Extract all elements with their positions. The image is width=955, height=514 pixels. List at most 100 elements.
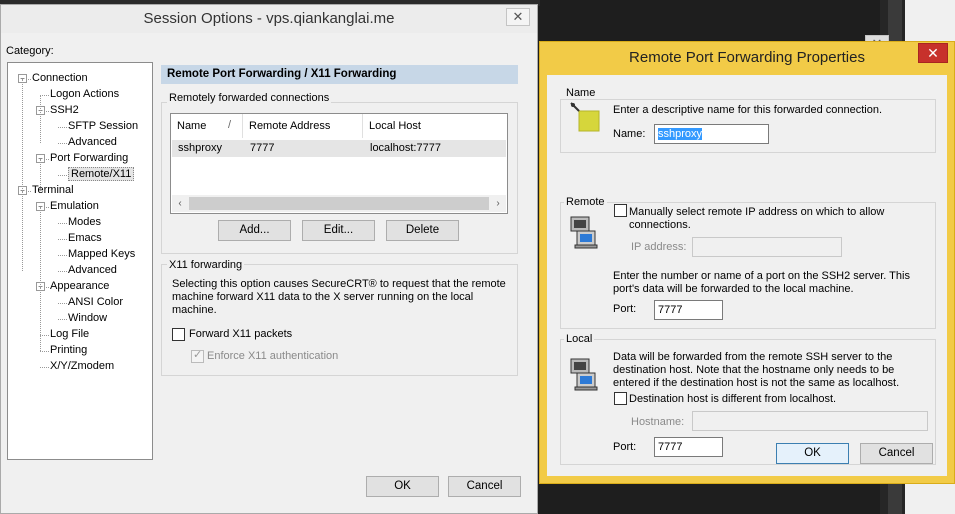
remote-group-title: Remote <box>564 196 607 208</box>
cancel-button[interactable]: Cancel <box>448 476 521 497</box>
local-port-field[interactable]: 7777 <box>654 437 723 457</box>
computer-icon <box>570 358 598 391</box>
tree-item[interactable]: Advanced <box>68 263 117 278</box>
tree-item-label: Terminal <box>32 184 74 196</box>
tree-item-label: Printing <box>50 344 88 356</box>
tree-connector <box>58 303 67 304</box>
tree-connector <box>58 223 67 224</box>
manual-ip-checkbox[interactable] <box>614 204 627 217</box>
connections-list[interactable]: Name / Remote Address Local Host sshprox… <box>170 113 508 214</box>
tree-item[interactable]: SSH2 <box>50 103 79 118</box>
tree-item[interactable]: Logon Actions <box>50 87 119 102</box>
tree-item-label: Log File <box>50 328 90 340</box>
sort-divider-icon: / <box>228 119 232 131</box>
tree-connector <box>40 335 49 336</box>
tree-item-label: Appearance <box>50 280 110 292</box>
port-description: Enter the number or name of a port on th… <box>613 270 910 295</box>
remote-port-label: Port: <box>613 303 637 315</box>
tree-guide <box>22 191 23 271</box>
tree-item[interactable]: Modes <box>68 215 101 230</box>
close-icon[interactable]: ✕ <box>506 8 530 26</box>
local-group-title: Local <box>564 333 595 345</box>
tree-item[interactable]: X/Y/Zmodem <box>50 359 114 374</box>
tree-item-label: Advanced <box>68 264 117 276</box>
column-header-remote[interactable]: Remote Address <box>243 114 363 138</box>
tree-item-label: Mapped Keys <box>68 248 136 260</box>
tree-connector <box>58 175 67 176</box>
tree-guide <box>40 287 41 319</box>
column-header-local[interactable]: Local Host <box>363 114 507 138</box>
tree-item-label: X/Y/Zmodem <box>50 360 115 372</box>
connections-group-title: Remotely forwarded connections <box>167 92 332 104</box>
tree-item-label: Emacs <box>68 232 102 244</box>
cell-name: sshproxy <box>178 142 223 154</box>
tree-item-label: Emulation <box>50 200 99 212</box>
category-tree[interactable]: Connection − Logon Actions SSH2− SFTP Sessio… <box>7 62 153 460</box>
tree-connector <box>58 319 67 320</box>
cell-remote: 7777 <box>250 142 275 154</box>
tree-item-label: Advanced <box>68 136 117 148</box>
name-description: Enter a descriptive name for this forwar… <box>613 104 883 116</box>
tree-item[interactable]: ANSI Color <box>68 295 123 310</box>
enforce-x11-checkbox[interactable]: ✓ <box>191 349 204 363</box>
table-row[interactable]: sshproxy 7777 localhost:7777 <box>172 140 506 157</box>
tree-item[interactable]: Window <box>68 311 107 326</box>
tree-item-label: SFTP Session <box>68 120 139 132</box>
column-header-name[interactable]: Name <box>171 114 243 138</box>
tree-item[interactable]: Appearance <box>50 279 109 294</box>
close-icon[interactable]: ✕ <box>918 43 948 63</box>
tree-item-label: Modes <box>68 216 102 228</box>
hostname-field[interactable] <box>692 411 928 431</box>
tree-item-label: Window <box>68 312 108 324</box>
tree-item-label: Remote/X11 <box>68 167 135 181</box>
delete-button[interactable]: Delete <box>386 220 459 241</box>
destination-different-checkbox[interactable] <box>614 392 627 405</box>
remote-port-field[interactable]: 7777 <box>654 300 723 320</box>
dialog-title: Session Options - vps.qiankanglai.me <box>1 5 537 33</box>
manual-ip-label: Manually select remote IP address on whi… <box>629 206 885 231</box>
tree-item[interactable]: Connection <box>32 71 88 86</box>
horizontal-scrollbar[interactable]: ‹ › <box>172 195 506 212</box>
tree-item[interactable]: Log File <box>50 327 89 342</box>
tree-guide <box>40 207 41 351</box>
local-port-label: Port: <box>613 441 637 453</box>
cell-local: localhost:7777 <box>370 142 441 154</box>
local-description: Data will be forwarded from the remote S… <box>613 351 900 389</box>
tree-item[interactable]: Remote/X11 <box>68 167 135 182</box>
ip-address-field[interactable] <box>692 237 842 257</box>
edit-button[interactable]: Edit... <box>302 220 375 241</box>
tree-item[interactable]: Mapped Keys <box>68 247 135 262</box>
hostname-label: Hostname: <box>631 416 685 428</box>
dialog-title: Remote Port Forwarding Properties <box>629 49 865 66</box>
tree-item[interactable]: Emacs <box>68 231 102 246</box>
tree-item-label: Port Forwarding <box>50 152 129 164</box>
scroll-thumb[interactable] <box>189 197 489 210</box>
checkmark-icon: ✓ <box>193 349 203 361</box>
forward-x11-checkbox[interactable] <box>172 328 185 341</box>
name-label: Name: <box>613 128 646 140</box>
add-button[interactable]: Add... <box>218 220 291 241</box>
forward-x11-label: Forward X11 packets <box>189 328 293 340</box>
ok-button[interactable]: OK <box>776 443 849 464</box>
tree-item[interactable]: SFTP Session <box>68 119 138 134</box>
ok-button[interactable]: OK <box>366 476 439 497</box>
x11-group-title: X11 forwarding <box>167 259 245 271</box>
tree-item[interactable]: Port Forwarding <box>50 151 128 166</box>
name-field[interactable]: sshproxy <box>654 124 769 144</box>
name-group-title: Name <box>564 87 598 99</box>
tree-connector <box>58 271 67 272</box>
tree-item[interactable]: Printing <box>50 343 87 358</box>
scroll-left-icon[interactable]: ‹ <box>172 195 188 212</box>
remote-port-forwarding-dialog: Remote Port Forwarding Properties ✕ Name… <box>539 41 955 484</box>
tree-item[interactable]: Advanced <box>68 135 117 150</box>
cancel-button[interactable]: Cancel <box>860 443 933 464</box>
dialog-body: Name Enter a descriptive name for this f… <box>547 75 947 476</box>
tree-item[interactable]: Terminal <box>32 183 74 198</box>
tree-item-label: SSH2 <box>50 104 79 116</box>
scroll-right-icon[interactable]: › <box>490 195 506 212</box>
ip-address-label: IP address: <box>631 241 687 253</box>
tree-guide <box>22 79 23 191</box>
category-label: Category: <box>6 45 54 57</box>
tree-connector <box>58 143 67 144</box>
tree-item[interactable]: Emulation <box>50 199 99 214</box>
